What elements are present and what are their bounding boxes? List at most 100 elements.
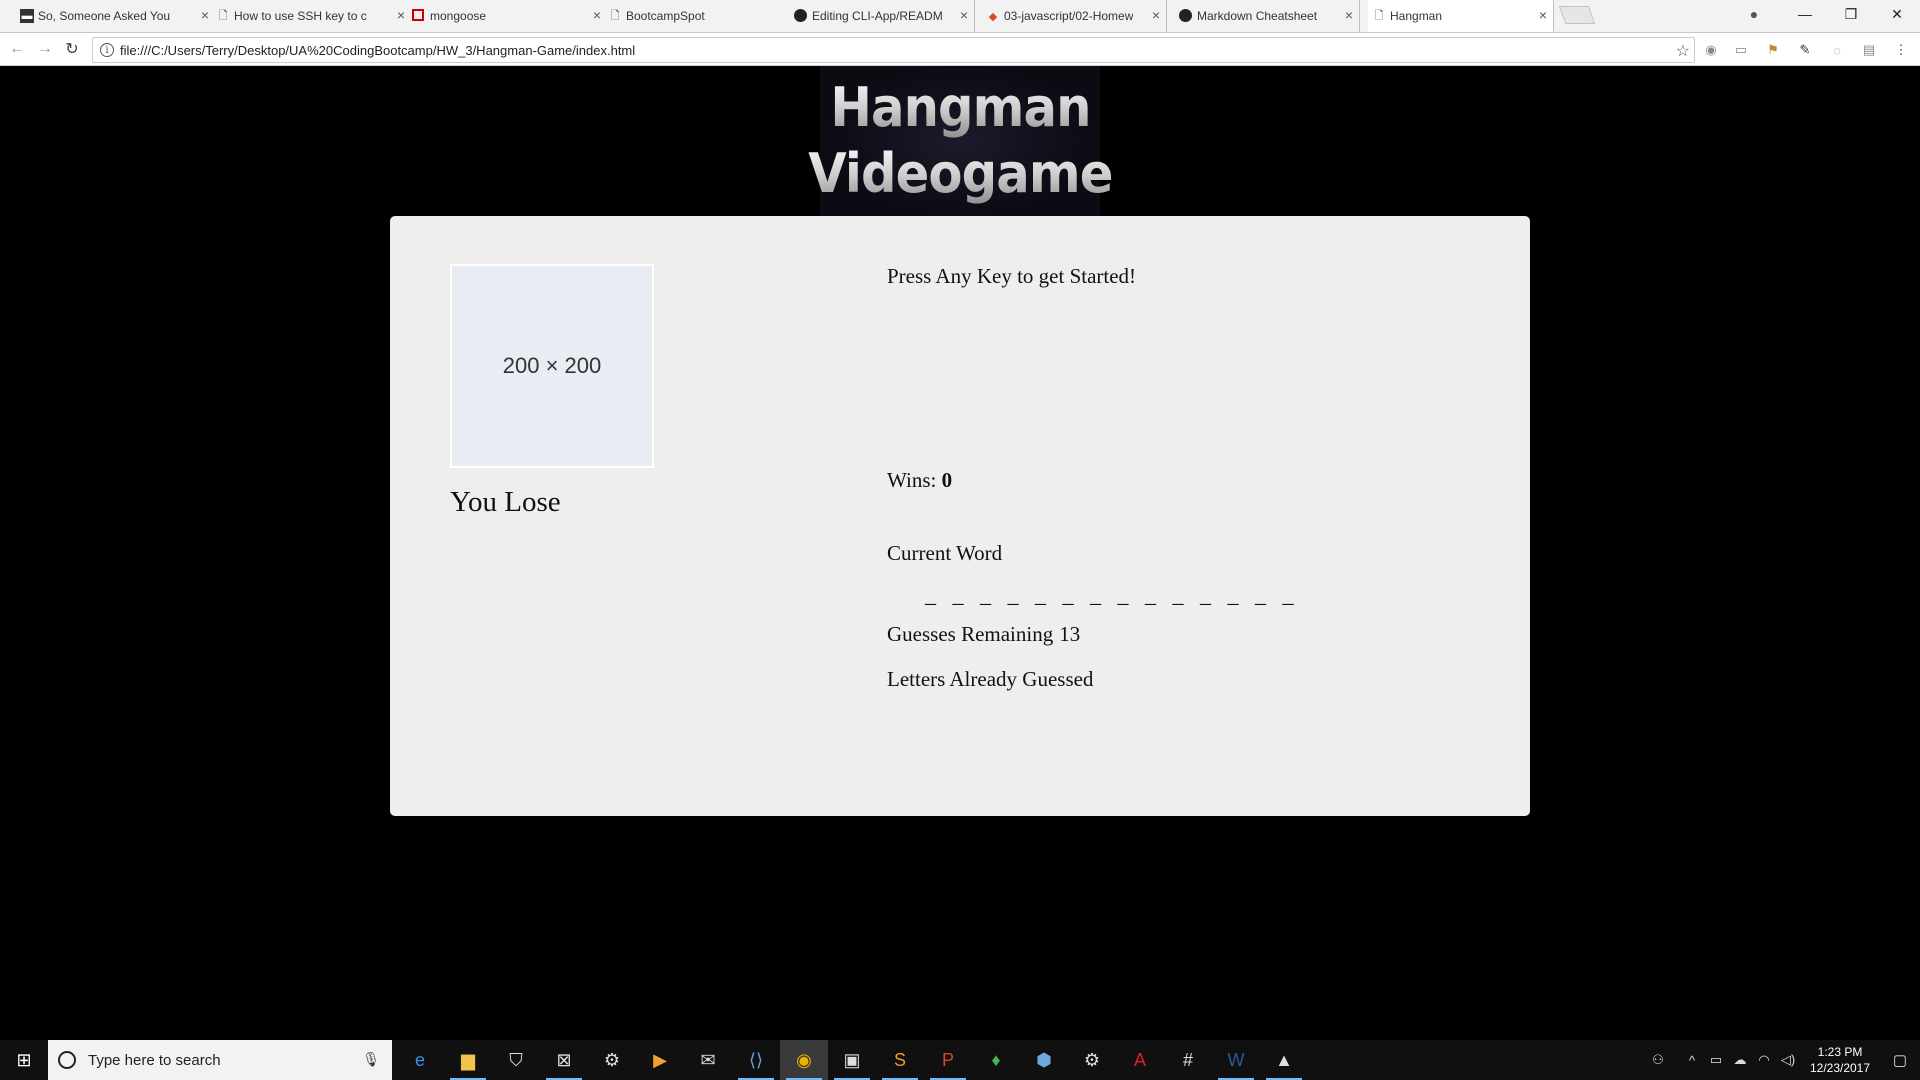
tab-markdown-cheatsheet[interactable]: Markdown Cheatsheet ×: [1175, 0, 1360, 32]
tab-title: Hangman: [1390, 8, 1443, 23]
tab-title: So, Someone Asked You: [38, 9, 171, 23]
cortana-icon: [58, 1051, 76, 1069]
game-panel: 200 × 200 You Lose Press Any Key to get …: [390, 216, 1530, 816]
close-icon[interactable]: ×: [1152, 7, 1160, 23]
doc-icon: ▬: [20, 9, 34, 23]
page-content: Hangman Videogame 200 × 200 You Lose Pre…: [0, 66, 1920, 1040]
system-tray: ⚇ ^ ▭ ☁ ◠ ◁) 1:23 PM 12/23/2017 ▢: [1646, 1040, 1920, 1080]
info-icon[interactable]: i: [100, 43, 114, 57]
page-icon: 🗋: [610, 9, 620, 22]
chevron-up-icon[interactable]: ^: [1680, 1053, 1704, 1068]
vscode-icon[interactable]: ⟨⟩: [732, 1040, 780, 1080]
slack-icon[interactable]: #: [1164, 1040, 1212, 1080]
sublime-icon[interactable]: S: [876, 1040, 924, 1080]
app-icon[interactable]: ⊠: [540, 1040, 588, 1080]
media-icon[interactable]: ▶: [636, 1040, 684, 1080]
app-icon[interactable]: ⚙: [588, 1040, 636, 1080]
mongodb-icon[interactable]: ♦: [972, 1040, 1020, 1080]
back-arrow-icon[interactable]: ←: [8, 40, 26, 58]
url-text[interactable]: file:///C:/Users/Terry/Desktop/UA%20Codi…: [120, 43, 635, 58]
close-icon[interactable]: ×: [201, 7, 209, 23]
tab-editing-cli-app[interactable]: Editing CLI-App/READM ×: [790, 0, 975, 32]
new-tab-button[interactable]: [1558, 6, 1596, 24]
wifi-icon[interactable]: ◠: [1752, 1052, 1776, 1068]
forward-arrow-icon[interactable]: →: [36, 40, 54, 58]
current-word-blanks: _ _ _ _ _ _ _ _ _ _ _ _ _ _: [925, 582, 1294, 607]
profile-icon[interactable]: ●: [1745, 5, 1763, 23]
terminal-icon[interactable]: ▣: [828, 1040, 876, 1080]
virtualbox-icon[interactable]: ⬢: [1020, 1040, 1068, 1080]
close-icon[interactable]: ×: [1345, 7, 1353, 23]
clock-time: 1:23 PM: [1817, 1045, 1863, 1059]
wins-counter: Wins: 0: [887, 468, 952, 493]
wins-value: 0: [941, 468, 953, 492]
tab-title: Editing CLI-App/READM: [812, 9, 943, 23]
menu-icon[interactable]: ⋮: [1892, 41, 1910, 59]
tab-title: Markdown Cheatsheet: [1197, 9, 1318, 23]
hangman-logo: Hangman Videogame: [808, 66, 1113, 216]
tab-title: mongoose: [430, 9, 487, 23]
people-icon[interactable]: ⚇: [1646, 1052, 1670, 1068]
window-controls: — ❐ ✕: [1782, 0, 1920, 28]
tab-title: 03-javascript/02-Homew: [1004, 9, 1134, 23]
tab-mongoose[interactable]: mongoose ×: [408, 0, 608, 32]
gitlab-icon: ◆: [988, 10, 998, 23]
battery-icon[interactable]: ▭: [1704, 1052, 1728, 1068]
extension-icon[interactable]: ◉: [1702, 41, 1720, 59]
extension-icon[interactable]: ⚑: [1764, 41, 1782, 59]
tab-hangman[interactable]: 🗋 Hangman ×: [1368, 0, 1554, 32]
close-icon[interactable]: ×: [397, 7, 405, 23]
volume-icon[interactable]: ◁): [1776, 1052, 1800, 1068]
extension-icon[interactable]: ◌: [1828, 41, 1846, 59]
tab-so-someone-asked[interactable]: ▬ So, Someone Asked You ×: [16, 0, 216, 32]
notification-icon[interactable]: ▢: [1880, 1051, 1920, 1069]
extension-icon[interactable]: ▤: [1860, 41, 1878, 59]
word-icon[interactable]: W: [1212, 1040, 1260, 1080]
store-icon[interactable]: ⛉: [492, 1040, 540, 1080]
page-icon: 🗋: [1374, 9, 1384, 22]
restore-icon[interactable]: ❐: [1828, 0, 1874, 28]
search-placeholder: Type here to search: [88, 1051, 221, 1069]
acrobat-icon[interactable]: A: [1116, 1040, 1164, 1080]
tab-title: How to use SSH key to c: [234, 9, 367, 23]
minimize-icon[interactable]: —: [1782, 0, 1828, 28]
browser-toolbar: ← → ↻ i file:///C:/Users/Terry/Desktop/U…: [0, 33, 1920, 66]
chrome-icon[interactable]: ◉: [780, 1040, 828, 1080]
address-bar[interactable]: i file:///C:/Users/Terry/Desktop/UA%20Co…: [92, 37, 1695, 63]
close-window-icon[interactable]: ✕: [1874, 0, 1920, 28]
clock-date: 12/23/2017: [1809, 1061, 1871, 1075]
windows-start-icon[interactable]: ⊞: [0, 1040, 48, 1080]
close-icon[interactable]: ×: [960, 7, 968, 23]
photos-icon[interactable]: ▲: [1260, 1040, 1308, 1080]
mail-icon[interactable]: ✉: [684, 1040, 732, 1080]
wins-label: Wins:: [887, 468, 937, 492]
page-icon: 🗋: [218, 9, 228, 22]
taskbar-search-box[interactable]: Type here to search 🎙: [48, 1040, 392, 1080]
windows-taskbar: ⊞ Type here to search 🎙 e ▆ ⛉ ⊠ ⚙ ▶ ✉ ⟨⟩…: [0, 1040, 1920, 1080]
tab-title: BootcampSpot: [626, 9, 705, 23]
edge-icon[interactable]: e: [396, 1040, 444, 1080]
guesses-label: Guesses Remaining: [887, 622, 1054, 646]
tab-03-javascript[interactable]: ◆ 03-javascript/02-Homew ×: [982, 0, 1167, 32]
current-word-label: Current Word: [887, 541, 1003, 565]
close-icon[interactable]: ×: [593, 7, 601, 23]
github-icon: [1179, 9, 1192, 22]
microphone-icon[interactable]: 🎙: [362, 1051, 380, 1068]
logo-line-2: Videogame: [807, 142, 1113, 205]
guesses-value: 13: [1059, 622, 1081, 646]
bookmark-star-icon[interactable]: ☆: [1676, 41, 1690, 61]
clock[interactable]: 1:23 PM 12/23/2017: [1800, 1044, 1880, 1076]
tab-bootcampspot[interactable]: 🗋 BootcampSpot ×: [604, 0, 804, 32]
letters-guessed-label: Letters Already Guessed: [887, 667, 1094, 691]
browser-tab-strip: ▬ So, Someone Asked You × 🗋 How to use S…: [0, 0, 1920, 33]
onedrive-icon[interactable]: ☁: [1728, 1052, 1752, 1068]
close-icon[interactable]: ×: [1539, 7, 1547, 23]
tab-ssh-key[interactable]: 🗋 How to use SSH key to c ×: [212, 0, 412, 32]
settings-icon[interactable]: ⚙: [1068, 1040, 1116, 1080]
extension-icon[interactable]: ✎: [1796, 41, 1814, 59]
start-prompt: Press Any Key to get Started!: [887, 264, 1137, 288]
extension-icon[interactable]: ▭: [1732, 41, 1750, 59]
file-explorer-icon[interactable]: ▆: [444, 1040, 492, 1080]
powerpoint-icon[interactable]: P: [924, 1040, 972, 1080]
reload-icon[interactable]: ↻: [63, 40, 81, 58]
